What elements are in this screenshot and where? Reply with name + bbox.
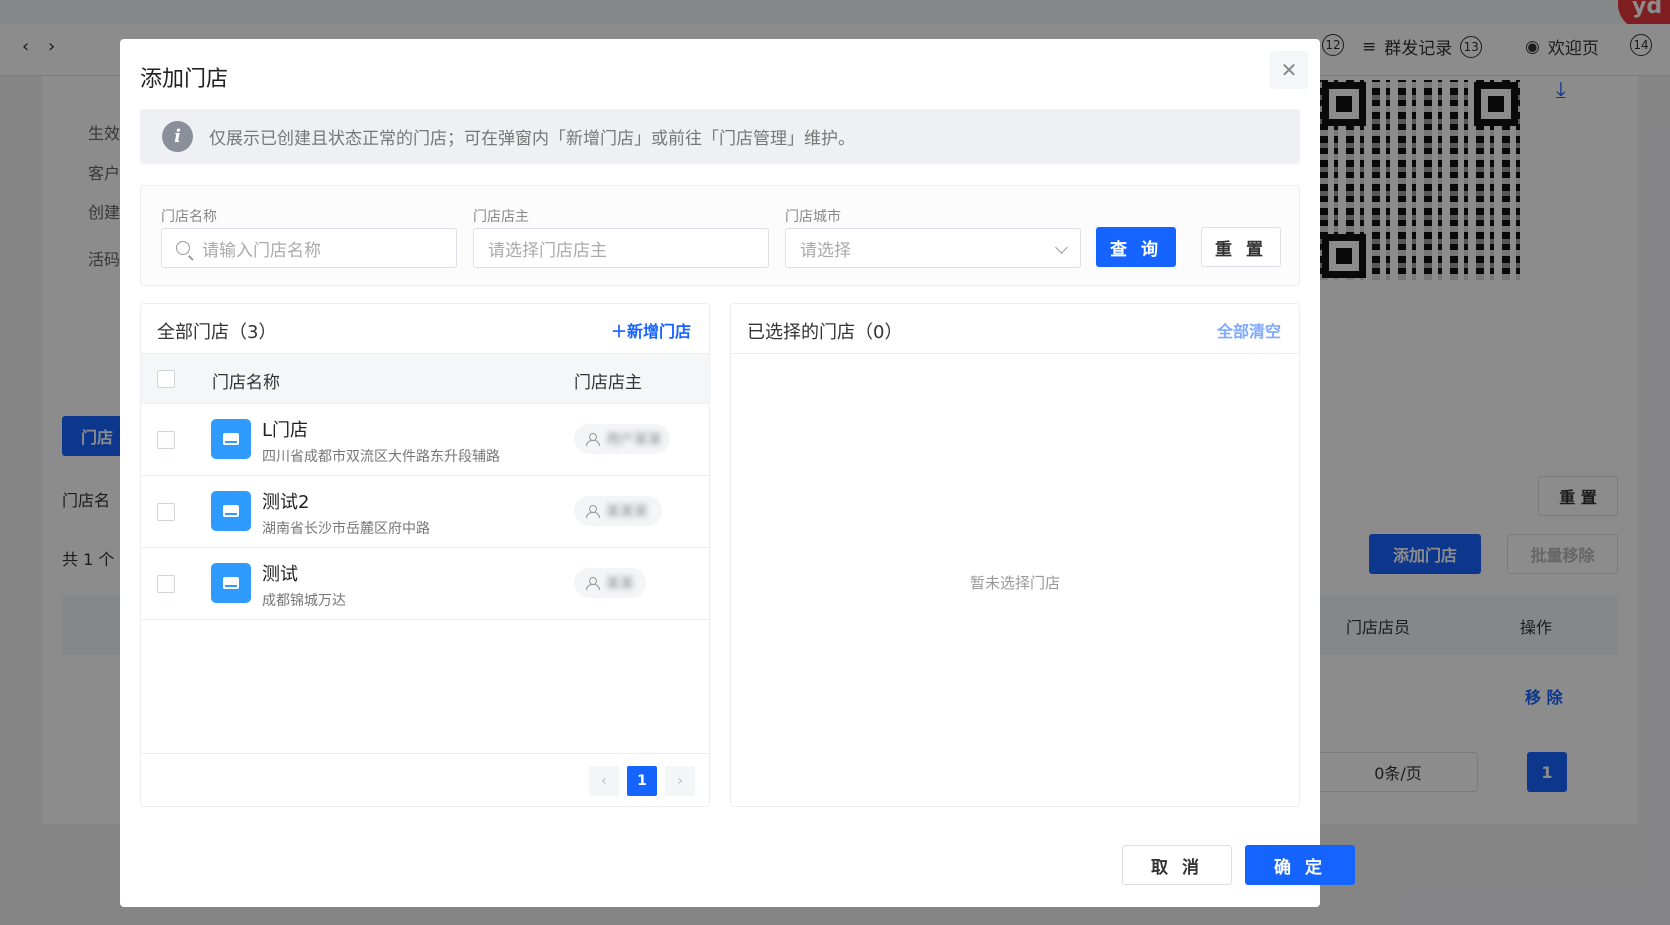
selected-stores-panel: 已选择的门店（0） 全部清空 暂未选择门店	[730, 303, 1300, 807]
user-icon	[586, 504, 600, 518]
confirm-button[interactable]: 确 定	[1245, 845, 1355, 885]
row-checkbox[interactable]	[157, 575, 175, 593]
modal-title: 添加门店	[140, 67, 229, 92]
cancel-button[interactable]: 取 消	[1122, 845, 1232, 885]
store-city-select[interactable]: 请选择	[785, 228, 1081, 268]
store-icon	[211, 491, 251, 531]
selected-stores-title: 已选择的门店（0）	[747, 322, 903, 343]
store-address: 湖南省长沙市岳麓区府中路	[262, 521, 430, 537]
table-row[interactable]: L门店 四川省成都市双流区大件路东升段辅路 用户某某	[141, 404, 709, 476]
owner-name: 用户某某	[606, 432, 662, 448]
empty-placeholder: 暂未选择门店	[969, 574, 1060, 592]
all-stores-panel: 全部门店（3） ＋新增门店 门店名称 门店店主 L门店 四川省成都市双流区大件路…	[140, 303, 710, 807]
row-checkbox[interactable]	[157, 503, 175, 521]
reset-button[interactable]: 重 置	[1201, 227, 1281, 267]
store-icon	[211, 563, 251, 603]
store-address: 成都锦城万达	[262, 593, 346, 609]
next-page-icon[interactable]: ›	[665, 766, 695, 796]
store-owner-label: 门店店主	[473, 209, 529, 225]
col-store-name: 门店名称	[212, 373, 280, 393]
store-icon	[211, 419, 251, 459]
query-button[interactable]: 查 询	[1096, 227, 1176, 267]
store-owner-select[interactable]: 请选择门店店主	[473, 228, 769, 268]
search-icon	[176, 241, 190, 255]
owner-name: 某某	[606, 576, 634, 592]
owner-tag: 用户某某	[574, 424, 670, 454]
all-stores-title: 全部门店（3）	[157, 322, 277, 343]
table-row[interactable]: 测试 成都锦城万达 某某	[141, 548, 709, 620]
store-address: 四川省成都市双流区大件路东升段辅路	[262, 449, 500, 465]
store-city-label: 门店城市	[785, 209, 841, 225]
select-all-checkbox[interactable]	[157, 370, 175, 388]
col-store-owner: 门店店主	[574, 373, 642, 393]
store-name: 测试2	[262, 492, 310, 513]
notice-text: 仅展示已创建且状态正常的门店；可在弹窗内「新增门店」或前往「门店管理」维护。	[209, 129, 855, 149]
owner-tag: 某某某	[574, 496, 662, 526]
owner-tag: 某某	[574, 568, 646, 598]
selected-stores-header: 已选择的门店（0） 全部清空	[731, 304, 1299, 354]
user-icon	[586, 576, 600, 590]
close-icon[interactable]: ✕	[1270, 51, 1308, 89]
store-name: 测试	[262, 564, 298, 585]
all-stores-header: 全部门店（3） ＋新增门店	[141, 304, 709, 354]
filter-panel: 门店名称 请输入门店名称 门店店主 请选择门店店主 门店城市 请选择 查 询 重…	[140, 185, 1300, 286]
store-name-input[interactable]: 请输入门店名称	[161, 228, 457, 268]
user-icon	[586, 432, 600, 446]
owner-name: 某某某	[606, 504, 648, 520]
pagination: ‹ 1 ›	[589, 766, 695, 796]
clear-all-link[interactable]: 全部清空	[1217, 318, 1281, 342]
add-store-modal: 添加门店 ✕ i 仅展示已创建且状态正常的门店；可在弹窗内「新增门店」或前往「门…	[120, 39, 1355, 907]
info-icon: i	[162, 121, 193, 152]
chevron-down-icon	[1055, 241, 1068, 254]
add-new-store-link[interactable]: ＋新增门店	[611, 318, 691, 342]
pager-divider	[141, 753, 709, 754]
store-name: L门店	[262, 420, 309, 441]
table-row[interactable]: 测试2 湖南省长沙市岳麓区府中路 某某某	[141, 476, 709, 548]
row-checkbox[interactable]	[157, 431, 175, 449]
notice-bar: i 仅展示已创建且状态正常的门店；可在弹窗内「新增门店」或前往「门店管理」维护。	[140, 109, 1300, 164]
page-1-button[interactable]: 1	[627, 766, 657, 796]
stores-table-header: 门店名称 门店店主	[141, 354, 709, 404]
prev-page-icon[interactable]: ‹	[589, 766, 619, 796]
store-name-label: 门店名称	[161, 209, 217, 225]
